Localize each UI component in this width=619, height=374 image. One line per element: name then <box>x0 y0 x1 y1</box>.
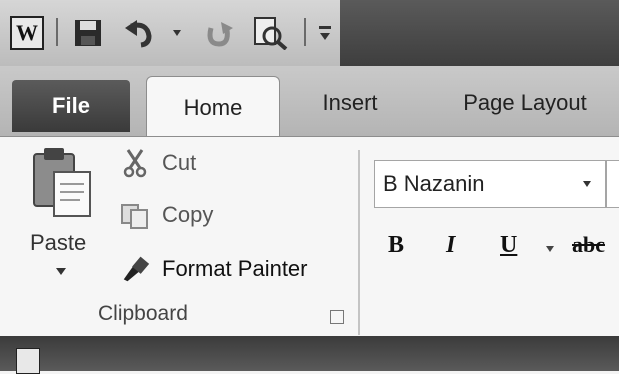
paste-button[interactable]: Paste <box>30 230 86 256</box>
app-icon-letter: W <box>10 16 44 50</box>
brush-icon <box>120 254 150 284</box>
ribbon-tabs: File Home Insert Page Layout <box>0 66 619 139</box>
italic-button[interactable]: I <box>446 232 455 259</box>
copy-icon <box>120 200 150 230</box>
tab-home[interactable]: Home <box>146 76 280 139</box>
word-app-icon[interactable]: W <box>10 16 44 50</box>
quick-access-toolbar: W <box>0 0 619 66</box>
ruler-tab-selector-icon[interactable] <box>16 348 40 374</box>
cut-button[interactable]: Cut <box>120 146 196 180</box>
title-bar <box>340 0 619 66</box>
tab-insert[interactable]: Insert <box>300 76 400 130</box>
underline-button[interactable]: U <box>500 232 517 259</box>
copy-button[interactable]: Copy <box>120 198 213 232</box>
print-preview-icon[interactable] <box>248 16 292 50</box>
underline-dropdown-icon[interactable] <box>546 246 554 252</box>
tab-file[interactable]: File <box>12 80 130 132</box>
toolbar-separator <box>304 18 306 46</box>
toolbar-separator <box>56 18 58 46</box>
scissors-icon <box>120 148 150 178</box>
cut-label: Cut <box>162 150 197 175</box>
customize-qat-icon[interactable] <box>312 16 338 50</box>
format-painter-label: Format Painter <box>162 256 308 281</box>
format-painter-button[interactable]: Format Painter <box>120 252 308 286</box>
paste-dropdown-icon[interactable] <box>56 268 66 275</box>
group-divider <box>358 150 360 335</box>
tab-page-layout[interactable]: Page Layout <box>440 76 610 130</box>
paste-icon[interactable] <box>30 146 96 218</box>
undo-dropdown-icon[interactable] <box>166 16 188 50</box>
copy-label: Copy <box>162 202 214 227</box>
clipboard-group-label: Clipboard <box>98 302 188 325</box>
clipboard-dialog-launcher-icon[interactable] <box>330 310 344 324</box>
font-name-select[interactable]: B Nazanin <box>374 160 606 208</box>
bold-button[interactable]: B <box>388 232 404 259</box>
redo-icon[interactable] <box>198 16 238 50</box>
font-size-select[interactable] <box>606 160 619 208</box>
font-name-value: B Nazanin <box>383 171 485 196</box>
undo-icon[interactable] <box>120 16 160 50</box>
document-area-top <box>0 336 619 374</box>
font-dropdown-icon[interactable] <box>583 181 591 187</box>
strikethrough-button[interactable]: abc <box>572 232 605 258</box>
save-icon[interactable] <box>68 16 108 50</box>
